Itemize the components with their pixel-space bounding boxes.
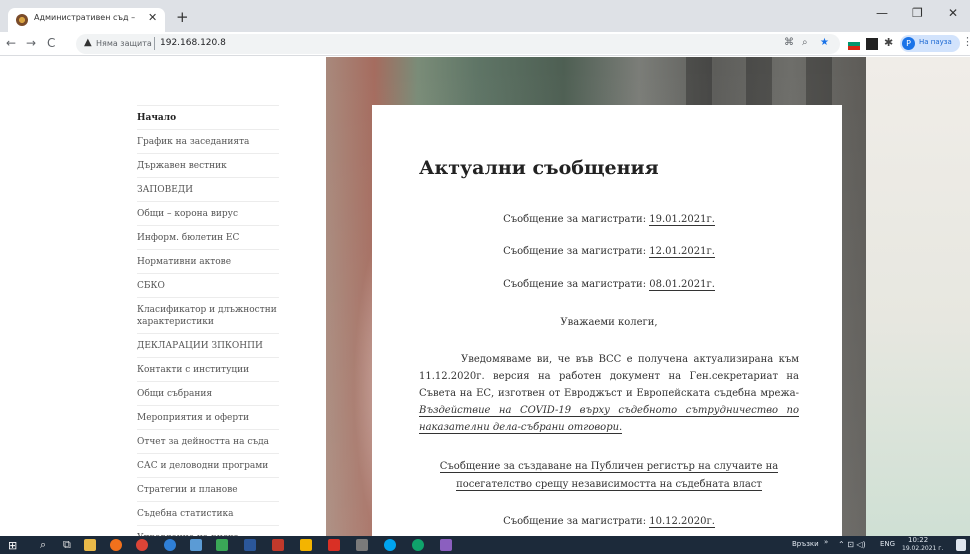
sidebar-item-general-meetings[interactable]: Общи събрания bbox=[137, 381, 279, 405]
url-text[interactable]: 192.168.120.8 bbox=[160, 38, 226, 48]
sidebar-item-events-offers[interactable]: Мероприятия и оферти bbox=[137, 405, 279, 429]
notes-icon[interactable] bbox=[300, 539, 312, 551]
security-label[interactable]: Няма защита bbox=[96, 39, 152, 48]
public-register-notice: Съобщение за създаване на Публичен регис… bbox=[419, 458, 799, 494]
tab-title: Административен съд – Пазардж bbox=[34, 13, 138, 22]
profile-avatar: P bbox=[902, 37, 915, 50]
extensions-puzzle-icon[interactable]: ✱ bbox=[884, 36, 896, 49]
paragraph-text: Уведомяваме ви, че във ВСС е получена ак… bbox=[419, 354, 799, 399]
message-link[interactable]: 08.01.2021г. bbox=[649, 279, 715, 291]
profile-button[interactable]: P На пауза bbox=[900, 35, 960, 52]
sidebar-item-strategies[interactable]: Стратегии и планове bbox=[137, 477, 279, 501]
sidebar-item-activity-report[interactable]: Отчет за дейността на съда bbox=[137, 429, 279, 453]
sidebar-item-eu-bulletin[interactable]: Информ. бюлетин ЕС bbox=[137, 225, 279, 249]
language-indicator[interactable]: ENG bbox=[880, 540, 895, 548]
word-icon[interactable] bbox=[244, 539, 256, 551]
browser-tab[interactable]: Административен съд – Пазардж ✕ bbox=[8, 8, 165, 32]
public-register-link[interactable]: Съобщение за създаване на Публичен регис… bbox=[439, 461, 779, 491]
maximize-icon[interactable]: ❐ bbox=[912, 6, 923, 20]
browser-menu-icon[interactable]: ⋮ bbox=[962, 35, 970, 48]
sidebar-item-contacts[interactable]: Контакти с институции bbox=[137, 357, 279, 381]
greeting: Уважаеми колеги, bbox=[560, 317, 658, 328]
tab-close-icon[interactable]: ✕ bbox=[148, 11, 157, 24]
covid-document-link[interactable]: Въздействие на COVID-19 върху съдебното … bbox=[419, 405, 799, 434]
warning-icon: ▲ bbox=[84, 37, 92, 48]
forward-icon[interactable]: → bbox=[26, 36, 36, 50]
sidebar-item-orders[interactable]: ЗАПОВЕДИ bbox=[137, 177, 279, 201]
address-bar[interactable]: ▲ Няма защита 192.168.120.8 ⌘ ⌕ ★ bbox=[76, 34, 840, 54]
message-link[interactable]: 12.01.2021г. bbox=[649, 246, 715, 258]
sidebar-item-statistics[interactable]: Съдебна статистика bbox=[137, 501, 279, 525]
excel-icon[interactable] bbox=[216, 539, 228, 551]
search-icon[interactable]: ⌕ bbox=[40, 538, 46, 552]
sidebar-item-classifier[interactable]: Класификатор и длъжностни характеристики bbox=[137, 297, 279, 333]
app-icon[interactable] bbox=[412, 539, 424, 551]
omnibox-divider bbox=[154, 37, 155, 50]
back-icon[interactable]: ← bbox=[6, 36, 16, 50]
network-app-icon[interactable] bbox=[190, 539, 202, 551]
tray-icons[interactable]: ⌃ ⊡ ◁) bbox=[838, 540, 866, 549]
dark-extension-icon[interactable] bbox=[866, 38, 878, 50]
message-line: Съобщение за магистрати: 19.01.2021г. bbox=[419, 213, 799, 227]
sidebar-item-legal-acts[interactable]: Нормативни актове bbox=[137, 249, 279, 273]
sidebar-item-state-gazette[interactable]: Държавен вестник bbox=[137, 153, 279, 177]
sidebar-item-risk-management[interactable]: Управление на риска bbox=[137, 525, 279, 536]
sidebar-item-sbko[interactable]: СБКО bbox=[137, 273, 279, 297]
browser-toolbar: ← → C ▲ Няма защита 192.168.120.8 ⌘ ⌕ ★ … bbox=[0, 32, 970, 56]
page-title: Актуални съобщения bbox=[419, 157, 659, 179]
reload-icon[interactable]: C bbox=[47, 36, 55, 50]
translate-icon[interactable]: ⌘ bbox=[784, 37, 794, 48]
skype-icon[interactable] bbox=[384, 539, 396, 551]
message-prefix: Съобщение за магистрати: bbox=[503, 516, 647, 527]
chrome-icon[interactable] bbox=[136, 539, 148, 551]
bookmark-star-icon[interactable]: ★ bbox=[820, 37, 829, 48]
site-favicon-icon bbox=[16, 14, 28, 26]
firefox-icon[interactable] bbox=[110, 539, 122, 551]
message-link[interactable]: 10.12.2020г. bbox=[649, 516, 715, 528]
minimize-icon[interactable]: — bbox=[876, 6, 888, 20]
sidebar-item-home[interactable]: Начало bbox=[137, 105, 279, 129]
file-explorer-icon[interactable] bbox=[84, 539, 96, 551]
sidebar-item-sas-programs[interactable]: САС и деловодни програми bbox=[137, 453, 279, 477]
message-link[interactable]: 19.01.2021г. bbox=[649, 214, 715, 226]
start-menu-icon[interactable]: ⊞ bbox=[8, 539, 17, 552]
message-prefix: Съобщение за магистрати: bbox=[503, 279, 647, 290]
mail-icon[interactable] bbox=[328, 539, 340, 551]
window-close-icon[interactable]: ✕ bbox=[948, 6, 958, 20]
clock-time[interactable]: 10:22 bbox=[908, 536, 928, 544]
message-line: Съобщение за магистрати: 10.12.2020г. bbox=[419, 515, 799, 529]
message-line: Съобщение за магистрати: 08.01.2021г. bbox=[419, 278, 799, 292]
links-expand-icon[interactable]: » bbox=[824, 538, 828, 546]
web-page: Начало График на заседанията Държавен ве… bbox=[0, 57, 970, 536]
flag-extension-icon[interactable] bbox=[848, 38, 860, 50]
tools-icon[interactable] bbox=[356, 539, 368, 551]
notifications-icon[interactable] bbox=[956, 539, 966, 551]
links-toolbar-label[interactable]: Връзки bbox=[792, 540, 819, 548]
edge-icon[interactable] bbox=[164, 539, 176, 551]
profile-status-label: На пауза bbox=[919, 38, 952, 46]
content-card: Актуални съобщения Съобщение за магистра… bbox=[372, 105, 842, 536]
sidebar-item-schedule[interactable]: График на заседанията bbox=[137, 129, 279, 153]
clock-date[interactable]: 19.02.2021 г. bbox=[902, 545, 943, 552]
covid-paragraph: Уведомяваме ви, че във ВСС е получена ак… bbox=[419, 351, 799, 436]
sidebar-item-coronavirus[interactable]: Общи – корона вирус bbox=[137, 201, 279, 225]
new-tab-button[interactable]: + bbox=[176, 8, 189, 26]
zoom-icon[interactable]: ⌕ bbox=[802, 37, 808, 48]
sidebar-menu: Начало График на заседанията Държавен ве… bbox=[137, 105, 279, 536]
filezilla-icon[interactable] bbox=[272, 539, 284, 551]
tab-strip: Административен съд – Пазардж ✕ + — ❐ ✕ bbox=[0, 0, 970, 32]
task-view-icon[interactable]: ⧉ bbox=[63, 538, 71, 552]
right-background-image bbox=[866, 57, 970, 536]
message-prefix: Съобщение за магистрати: bbox=[503, 246, 647, 257]
message-line: Съобщение за магистрати: 12.01.2021г. bbox=[419, 245, 799, 259]
message-prefix: Съобщение за магистрати: bbox=[503, 214, 647, 225]
app-icon[interactable] bbox=[440, 539, 452, 551]
windows-taskbar: ⊞ ⌕ ⧉ Връзки » ⌃ ⊡ ◁) ENG 10:22 19.02.20… bbox=[0, 536, 970, 554]
sidebar-item-declarations[interactable]: ДЕКЛАРАЦИИ ЗПКОНПИ bbox=[137, 333, 279, 357]
